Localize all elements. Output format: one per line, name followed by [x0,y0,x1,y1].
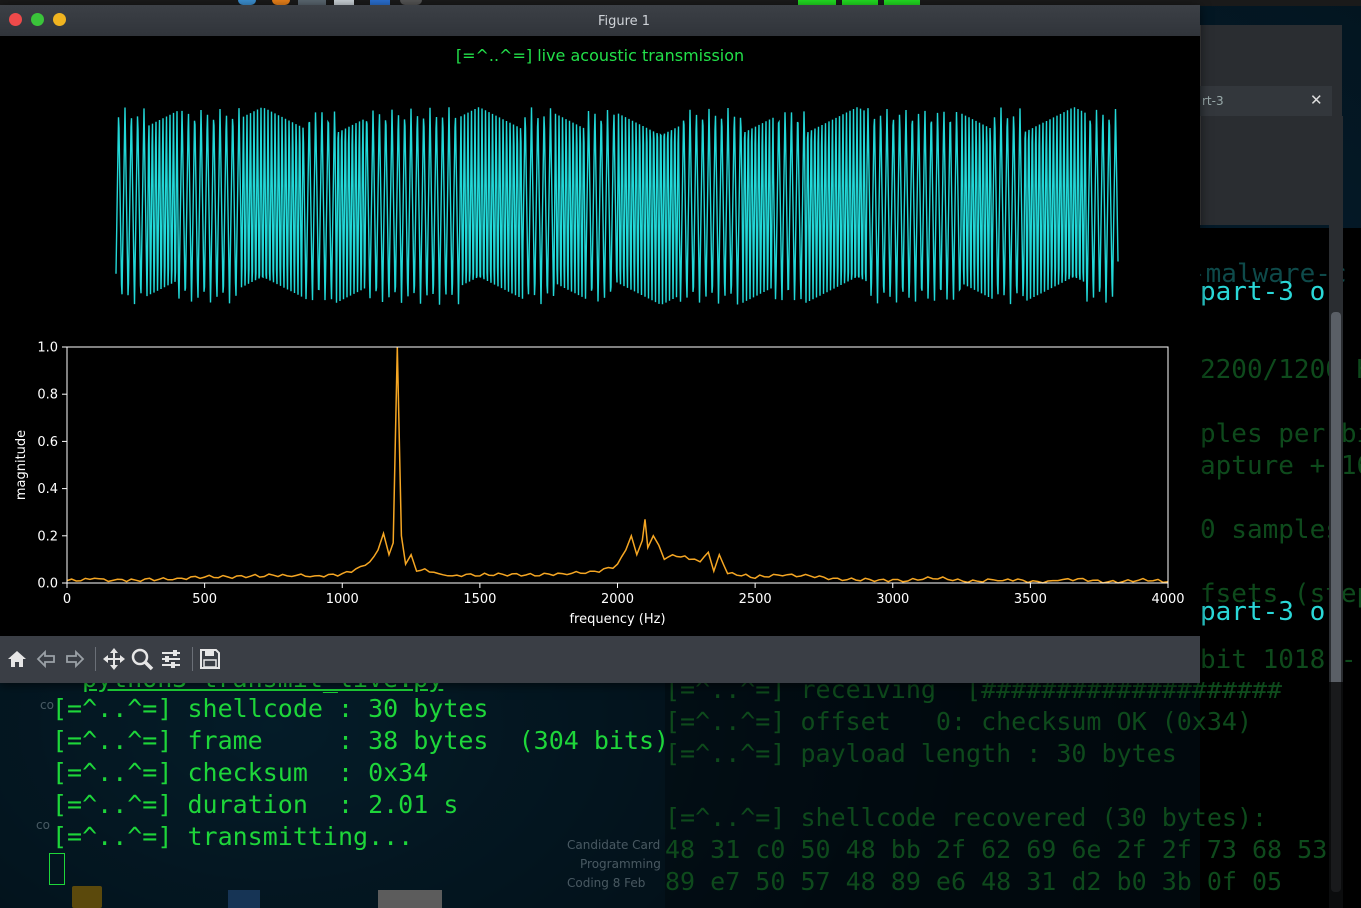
background-terminal-bottom: [=^..^=] receiving [####################… [665,682,1361,908]
bg-terminal-line: [=^..^=] receiving [#################### [665,682,1283,704]
terminal-window[interactable]: python3 transmit_live.py [=^..^=] shellc… [0,664,669,908]
desktop-label: co [40,698,54,712]
bg-terminal-line: 48 31 c0 50 48 bb 2f 62 69 6e 2f 2f 73 6… [665,835,1328,864]
x-tick-label: 1000 [326,592,359,607]
configure-subplots-icon [162,650,180,668]
x-tick-label: 4000 [1151,592,1184,607]
configure-subplots-button[interactable] [158,646,184,672]
y-tick-label: 0.2 [37,529,58,544]
spectrum-chart[interactable]: 0 500 1000 1500 2000 2500 3000 3500 4000 0.0 0.2 0.… [0,330,1200,630]
background-tab[interactable]: rt-3 ✕ [1200,86,1332,116]
x-axis-label: frequency (Hz) [569,612,665,627]
terminal-line: [=^..^=] transmitting... [52,822,414,851]
back-arrow-icon [36,649,55,669]
y-axis-label: magnitude [14,430,29,500]
toolbar-separator [192,647,193,671]
x-tick-label: 500 [192,592,217,607]
spectrum-line [66,346,1169,584]
figure-suptitle: [=^..^=] live acoustic transmission [455,46,745,65]
figure-window[interactable]: Figure 1 [=^..^=] live acoustic transmis… [0,5,1200,683]
background-window [1200,25,1342,225]
desktop-label: Coding 8 Feb [567,876,646,890]
save-button[interactable] [197,646,223,672]
desktop-label: Programming [580,857,661,871]
home-button[interactable] [4,646,30,672]
window-title: Figure 1 [597,14,651,29]
bg-terminal-line: 89 e7 50 57 48 89 e6 48 31 d2 b0 3b 0f 0… [665,867,1283,896]
desktop-label: Candidate Card [567,838,661,852]
bg-terminal-line: [=^..^=] offset 0: checksum OK (0x34) [665,707,1252,736]
waveform-line [115,107,1119,305]
y-tick-label: 1.0 [37,341,58,356]
x-tick-label: 1500 [463,592,496,607]
bg-terminal-line: [=^..^=] payload length : 30 bytes [665,739,1177,768]
save-icon [200,649,220,669]
pan-button[interactable] [101,646,127,672]
x-tick-label: 2500 [739,592,772,607]
terminal-line: [=^..^=] checksum : 0x34 [52,758,429,787]
pan-icon [103,648,125,670]
y-tick-label: 0.8 [37,388,58,403]
bg-terminal-line: [=^..^=] shellcode recovered (30 bytes): [665,803,1268,832]
waveform-chart[interactable] [0,95,1200,325]
spectrum-axes-frame [66,346,1169,584]
y-tick-label: 0.6 [37,435,58,450]
bg-terminal-line: part-3 o [1200,597,1326,627]
close-icon[interactable]: ✕ [1310,91,1323,109]
background-tab-label: rt-3 [1202,94,1224,108]
y-tick-label: 0.4 [37,482,58,497]
window-titlebar[interactable]: Figure 1 [0,5,1200,36]
desktop-label: co [36,818,50,832]
zoom-icon [131,648,154,671]
zoom-button[interactable] [129,646,155,672]
terminal-line: [=^..^=] frame : 38 bytes (304 bits) [52,726,670,755]
back-button[interactable] [33,646,59,672]
terminal-line: [=^..^=] duration : 2.01 s [52,790,459,819]
x-tick-label: 0 [63,592,71,607]
bg-terminal-line: part-3 o [1200,277,1326,307]
forward-button[interactable] [62,646,88,672]
home-icon [8,651,26,667]
toolbar-separator [95,647,96,671]
x-tick-label: 3000 [876,592,909,607]
x-tick-label: 2000 [601,592,634,607]
forward-arrow-icon [66,649,85,669]
terminal-line: [=^..^=] shellcode : 30 bytes [52,694,489,723]
y-tick-label: 0.0 [37,577,58,592]
x-tick-label: 3500 [1014,592,1047,607]
plot-toolbar [0,636,1200,683]
terminal-cursor [49,853,65,885]
